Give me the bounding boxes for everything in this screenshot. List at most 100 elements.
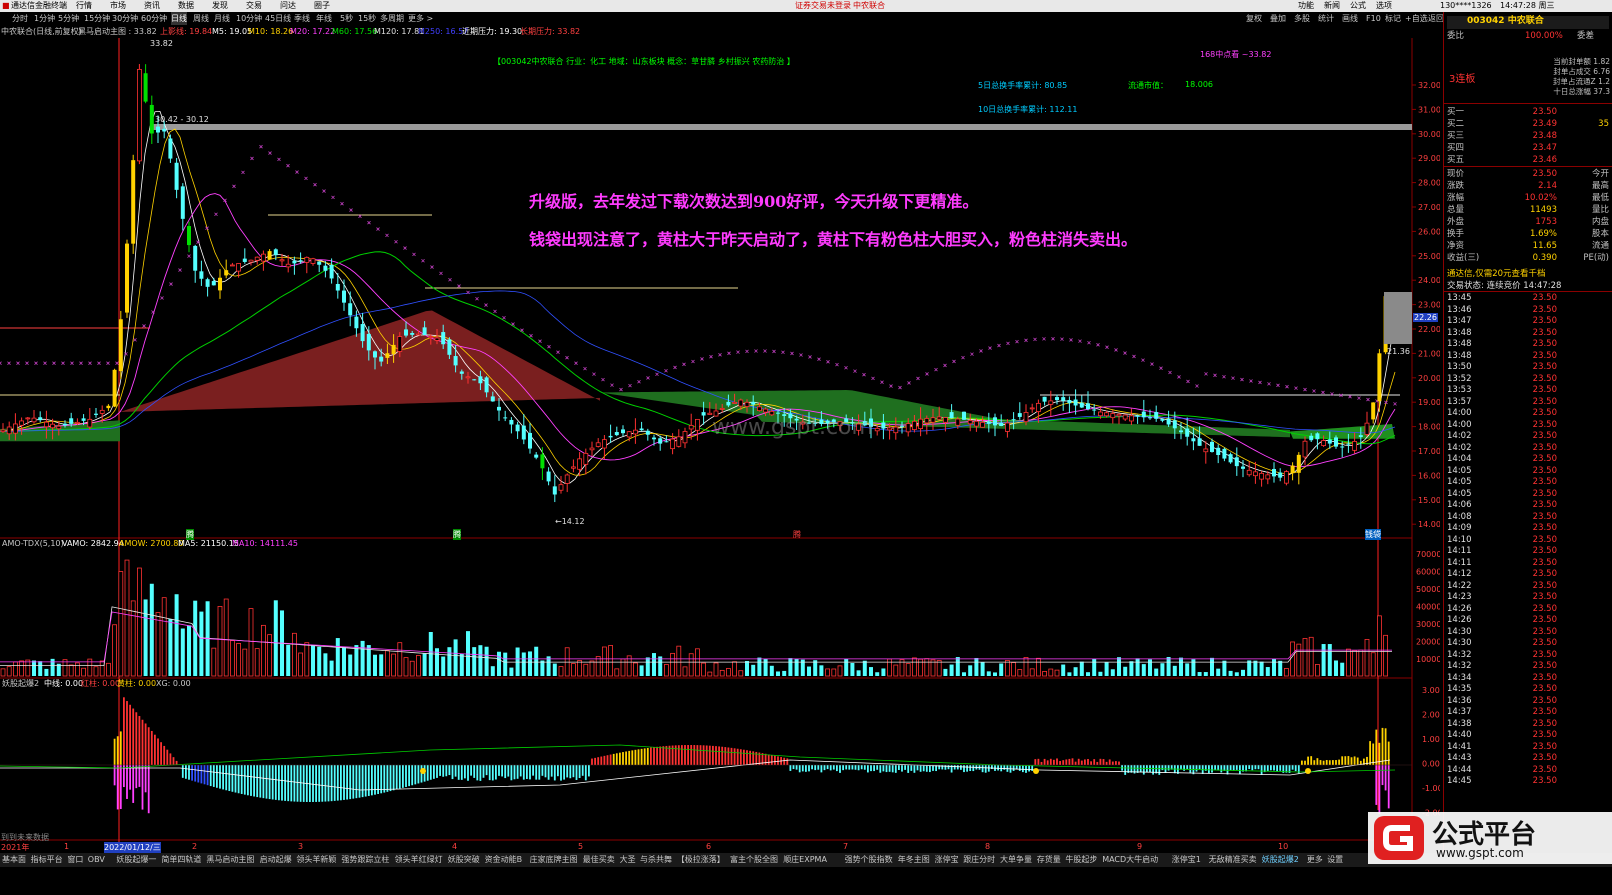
formula-tab[interactable]: 资金动能B [485,853,523,867]
price-axis-label: 19.00 [1418,398,1440,407]
period-10min[interactable]: 10分钟 [236,12,262,25]
menu-item-circle[interactable]: 圈子 [314,0,330,12]
tool-multi-stock[interactable]: 多股 [1294,12,1310,25]
formula-tab[interactable]: 领头羊红绿灯 [395,853,443,867]
sar-mark [1114,348,1118,352]
formula-tab[interactable]: 启动起爆 [260,853,292,867]
formula-tab[interactable]: 妖股起爆一 [116,853,156,867]
period-weekly[interactable]: 周线 [193,12,209,25]
period-year[interactable]: 年线 [316,12,332,25]
bid-row[interactable]: 买四 23.47 [1447,143,1609,154]
formula-tab[interactable]: 大圣 [620,853,636,867]
tool-stats[interactable]: 统计 [1318,12,1334,25]
period-5min[interactable]: 5分钟 [58,12,79,25]
menu-right-options[interactable]: 选项 [1376,0,1392,12]
tool-mark[interactable]: 标记 [1385,12,1401,25]
formula-tab[interactable]: 年冬主图 [898,853,930,867]
formula-tab[interactable]: 涨停宝 [935,853,959,867]
menu-item-discover[interactable]: 发现 [212,0,228,12]
period-monthly[interactable]: 月线 [214,12,230,25]
candle-body [211,281,216,286]
period-5sec[interactable]: 5秒 [340,12,353,25]
formula-tab[interactable]: 大单争量 [1000,853,1032,867]
tool-overlay[interactable]: 叠加 [1270,12,1286,25]
formula-tab[interactable]: 最佳买卖 [583,853,615,867]
formula-tab[interactable]: MACD大牛启动 [1102,853,1158,867]
promo-text[interactable]: 通达信,仅需20元查看千档 [1447,267,1546,279]
formula-tab[interactable]: 领头羊新颖 [296,853,336,867]
sar-mark [1051,337,1055,341]
period-more[interactable]: 更多 > [408,12,433,25]
period-multi[interactable]: 多周期 [380,12,404,25]
turnover-5day: 5日总换手率累计: 80.85 [978,81,1068,90]
menu-right-function[interactable]: 功能 [1298,0,1314,12]
menu-item-market-quote[interactable]: 行情 [76,0,92,12]
formula-tab[interactable]: OBV [88,853,105,867]
indicator-bar [479,765,482,781]
tool-add-favorite[interactable]: +自选 [1405,12,1428,25]
menu-item-data[interactable]: 数据 [178,0,194,12]
menu-item-trade[interactable]: 交易 [246,0,262,12]
menu-right-news[interactable]: 新闻 [1324,0,1340,12]
period-45day[interactable]: 45日线 [265,12,291,25]
period-60min[interactable]: 60分钟 [141,12,167,25]
volume-bar [732,661,737,677]
tool-fuquan[interactable]: 复权 [1246,12,1262,25]
formula-tab[interactable]: 妖股突破 [448,853,480,867]
formula-tab[interactable]: 强势个股指数 [845,853,893,867]
formula-tab[interactable]: 牛股起步 [1065,853,1097,867]
bid-row[interactable]: 买五 23.46 [1447,155,1609,166]
indicator-bar [916,765,919,771]
period-15min[interactable]: 15分钟 [84,12,110,25]
formula-tab[interactable]: 庄家底牌主图 [530,853,578,867]
formula-tab[interactable]: 【极拉涨落】 [677,853,725,867]
formula-tab[interactable]: 窗口 [67,853,83,867]
formula-tab[interactable]: 存货量 [1037,853,1061,867]
formula-tab[interactable]: 涨停宝1 [1172,853,1201,867]
menu-item-market[interactable]: 市场 [110,0,126,12]
turnover-10day: 10日总换手率累计: 112.11 [978,105,1078,114]
period-15sec[interactable]: 15秒 [358,12,376,25]
formula-tab[interactable]: 设置 [1327,853,1343,867]
period-season[interactable]: 季线 [294,12,310,25]
formula-tab[interactable]: 更多 [1307,853,1323,867]
formula-tab[interactable]: 跟庄分时 [963,853,995,867]
indicator-bar [774,755,776,765]
login-notice[interactable]: 证券交易未登录 [795,0,851,12]
stat-extra-label: 量比 [1591,205,1609,215]
kline-chart[interactable]: 32.0031.0030.0029.0028.0027.0026.0025.00… [0,38,1440,853]
indicator-name[interactable]: 黑马启动主图 : 33.82 [78,26,157,38]
formula-tab[interactable]: 顺庄EXPMA [783,853,827,867]
tool-draw[interactable]: 画线 [1342,12,1358,25]
formula-tab[interactable]: 无敌精准买卖 [1209,853,1257,867]
volume-indicator-name[interactable]: AMO-TDX(5,10) [2,538,64,549]
menu-item-news[interactable]: 资讯 [144,0,160,12]
period-fenshi[interactable]: 分时 [12,12,28,25]
bid-row[interactable]: 买三 23.48 [1447,131,1609,142]
period-1min[interactable]: 1分钟 [34,12,55,25]
menu-item-ask[interactable]: 问达 [280,0,296,12]
sar-mark [493,309,497,314]
formula-tab[interactable]: 妖股起爆2 [1262,853,1299,867]
formula-tab[interactable]: 黑马启动主图 [206,853,254,867]
sar-mark [160,296,164,300]
tool-back[interactable]: 返回 [1428,12,1444,25]
period-daily[interactable]: 日线 [171,12,187,25]
formula-tab[interactable]: 基本面 [2,853,26,867]
candle-body [12,423,18,434]
candle-body [1036,402,1041,412]
bid-row[interactable]: 买二 23.49 35 [1447,119,1609,130]
formula-tab[interactable]: 指标平台 [31,853,63,867]
menu-right-formula[interactable]: 公式 [1350,0,1366,12]
user-account[interactable]: 130****1326 [1440,0,1492,12]
period-30min[interactable]: 30分钟 [112,12,138,25]
bid-row[interactable]: 买一 23.50 [1447,107,1609,118]
tool-f10[interactable]: F10 [1366,12,1381,25]
month-label: 1 [64,842,70,851]
formula-tab[interactable]: 与杀共舞 [640,853,672,867]
formula-tab[interactable]: 简单四轨道 [161,853,201,867]
volume-bar [719,669,725,677]
formula-tab[interactable]: 强势跟踪立柱 [341,853,389,867]
formula-tab[interactable]: 富主个股全图 [730,853,778,867]
indicator-sub-name[interactable]: 妖股起爆2 [2,678,39,689]
